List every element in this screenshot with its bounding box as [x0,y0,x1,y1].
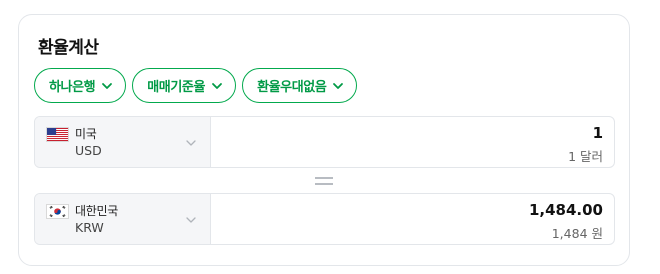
preferential-chip-label: 환율우대없음 [257,80,327,95]
widget-title: 환율계산 [38,38,99,58]
from-currency-select[interactable]: 미국 USD [35,117,211,167]
from-currency-code: USD [75,143,102,158]
rate-type-chip[interactable]: 매매기준율 [132,68,237,103]
to-amount-value: 1,484.00 [528,201,603,219]
exchange-calculator-card: 환율계산 하나은행 매매기준율 환율우대없음 미국 USD 1 1 달러 대한민… [18,14,630,266]
preferential-rate-chip[interactable]: 환율우대없음 [242,68,358,103]
chevron-down-icon [333,82,344,89]
bank-chip-label: 하나은행 [49,80,96,95]
to-amount-input[interactable]: 1,484.00 1,484 원 [212,194,614,244]
chevron-down-icon [186,217,196,223]
to-currency-row: 대한민국 KRW 1,484.00 1,484 원 [34,193,615,245]
kr-flag-icon [46,204,69,219]
chevron-down-icon [102,82,113,89]
bank-select-chip[interactable]: 하나은행 [34,68,127,103]
from-country-name: 미국 [75,127,97,141]
chevron-down-icon [212,82,222,89]
to-currency-select[interactable]: 대한민국 KRW [35,194,211,244]
from-currency-row: 미국 USD 1 1 달러 [34,116,615,168]
chevron-down-icon [186,140,196,146]
from-amount-input[interactable]: 1 1 달러 [212,117,614,167]
from-amount-value: 1 [592,124,603,142]
option-chips: 하나은행 매매기준율 환율우대없음 [34,68,358,103]
equals-icon [315,177,333,185]
from-amount-text: 1 달러 [568,149,603,164]
us-flag-icon [46,127,69,142]
to-currency-code: KRW [75,220,104,235]
rate-type-chip-label: 매매기준율 [147,80,206,95]
to-country-name: 대한민국 [75,204,118,218]
to-amount-text: 1,484 원 [551,226,603,241]
